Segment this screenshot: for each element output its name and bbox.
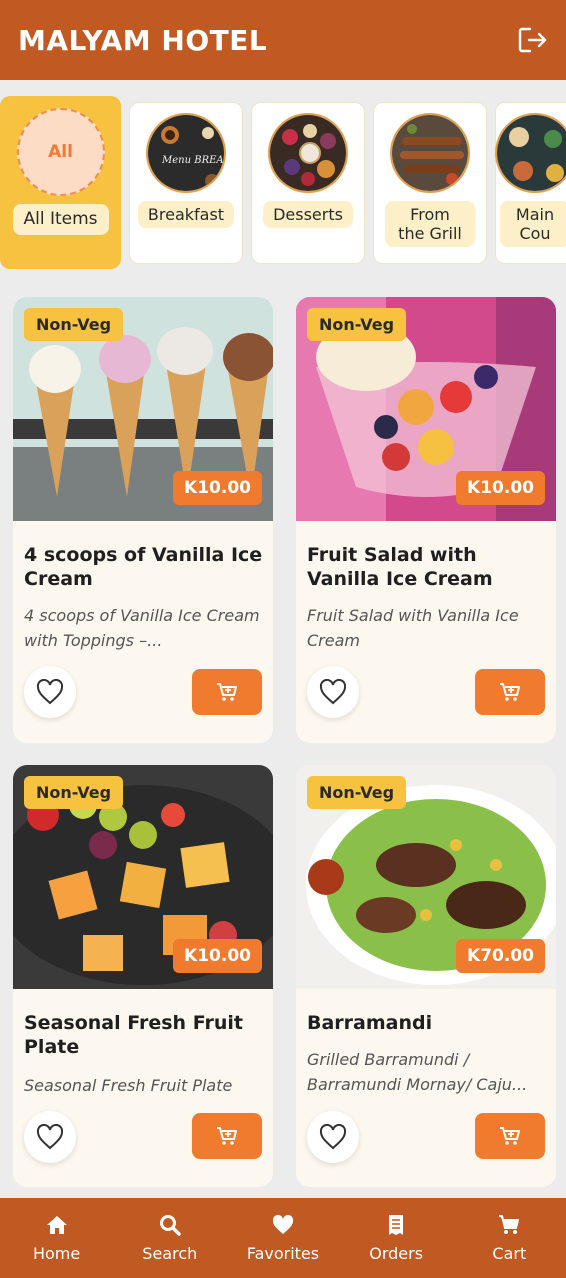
item-title[interactable]: Fruit Salad with Vanilla Ice Cream <box>307 543 547 591</box>
category-strip[interactable]: All All Items Menu BREAKFAST Breakfast <box>0 80 566 288</box>
bottom-navigation: Home Search Favorites Orders Cart <box>0 1198 566 1278</box>
category-label: Desserts <box>263 201 353 228</box>
item-title[interactable]: 4 scoops of Vanilla Ice Cream <box>24 543 264 591</box>
nav-label: Home <box>32 1243 81 1263</box>
category-label: From the Grill <box>385 201 475 247</box>
add-to-cart-button[interactable] <box>192 669 262 715</box>
nav-favorites[interactable]: Favorites <box>233 1214 333 1263</box>
diet-badge: Non-Veg <box>24 776 124 809</box>
category-breakfast[interactable]: Menu BREAKFAST Breakfast <box>129 102 243 264</box>
item-description: Grilled Barramundi / Barramundi Mornay/ … <box>307 1050 528 1094</box>
app-header: MALYAM HOTEL <box>0 0 566 80</box>
menu-item-card[interactable]: Non-Veg K10.00 4 scoops of Vanilla Ice C… <box>13 297 273 743</box>
category-main-course[interactable]: Main Cou <box>495 102 566 264</box>
favorite-button[interactable] <box>24 1111 76 1163</box>
add-to-cart-button[interactable] <box>475 1113 545 1159</box>
logout-icon[interactable] <box>516 24 548 56</box>
menu-item-card[interactable]: Non-Veg K10.00 Fruit Salad with Vanilla … <box>296 297 556 743</box>
main-course-image <box>495 113 566 193</box>
add-to-cart-button[interactable] <box>475 669 545 715</box>
nav-label: Search <box>142 1243 198 1263</box>
nav-label: Cart <box>492 1243 527 1263</box>
category-label: Main Cou <box>500 201 566 247</box>
category-label: Breakfast <box>137 201 235 228</box>
price-tag: K70.00 <box>456 939 545 973</box>
desserts-image <box>268 113 348 193</box>
category-from-the-grill[interactable]: From the Grill <box>373 102 487 264</box>
diet-badge: Non-Veg <box>307 776 407 809</box>
add-cart-icon <box>500 1127 520 1145</box>
menu-item-card[interactable]: Non-Veg K70.00 Barramandi Grilled Barram… <box>296 765 556 1187</box>
add-to-cart-button[interactable] <box>192 1113 262 1159</box>
favorite-button[interactable] <box>24 666 76 718</box>
heart-outline-icon <box>36 1124 64 1150</box>
search-icon <box>159 1214 181 1236</box>
category-label: All Items <box>12 204 109 235</box>
diet-badge: Non-Veg <box>24 308 124 341</box>
receipt-icon <box>389 1214 404 1235</box>
category-desserts[interactable]: Desserts <box>251 102 365 264</box>
grill-image <box>390 113 470 193</box>
diet-badge: Non-Veg <box>307 308 407 341</box>
item-title[interactable]: Barramandi <box>307 1011 547 1035</box>
nav-orders[interactable]: Orders <box>346 1214 446 1263</box>
category-all-circle: All <box>16 108 105 196</box>
heart-icon <box>272 1214 294 1234</box>
add-cart-icon <box>217 683 237 701</box>
home-icon <box>46 1215 67 1234</box>
nav-label: Favorites <box>246 1243 320 1263</box>
breakfast-image: Menu BREAKFAST <box>146 113 226 193</box>
item-description: Seasonal Fresh Fruit Plate <box>24 1076 233 1095</box>
item-title[interactable]: Seasonal Fresh Fruit Plate <box>24 1011 264 1059</box>
heart-outline-icon <box>319 1124 347 1150</box>
breakfast-image-text: Menu BREAKFAST <box>161 155 226 166</box>
add-cart-icon <box>217 1127 237 1145</box>
favorite-button[interactable] <box>307 1111 359 1163</box>
app-title: MALYAM HOTEL <box>18 23 268 57</box>
favorite-button[interactable] <box>307 666 359 718</box>
category-all-items[interactable]: All All Items <box>0 96 121 269</box>
add-cart-icon <box>500 683 520 701</box>
nav-home[interactable]: Home <box>7 1214 107 1263</box>
nav-cart[interactable]: Cart <box>459 1214 559 1263</box>
item-description: 4 scoops of Vanilla Ice Cream with Toppi… <box>24 606 260 650</box>
heart-outline-icon <box>319 679 347 705</box>
price-tag: K10.00 <box>173 471 262 505</box>
item-description: Fruit Salad with Vanilla Ice Cream <box>307 606 519 650</box>
menu-item-card[interactable]: Non-Veg K10.00 Seasonal Fresh Fruit Plat… <box>13 765 273 1187</box>
price-tag: K10.00 <box>456 471 545 505</box>
nav-search[interactable]: Search <box>120 1214 220 1263</box>
nav-label: Orders <box>369 1243 424 1263</box>
price-tag: K10.00 <box>173 939 262 973</box>
heart-outline-icon <box>36 679 64 705</box>
cart-icon <box>499 1214 520 1234</box>
